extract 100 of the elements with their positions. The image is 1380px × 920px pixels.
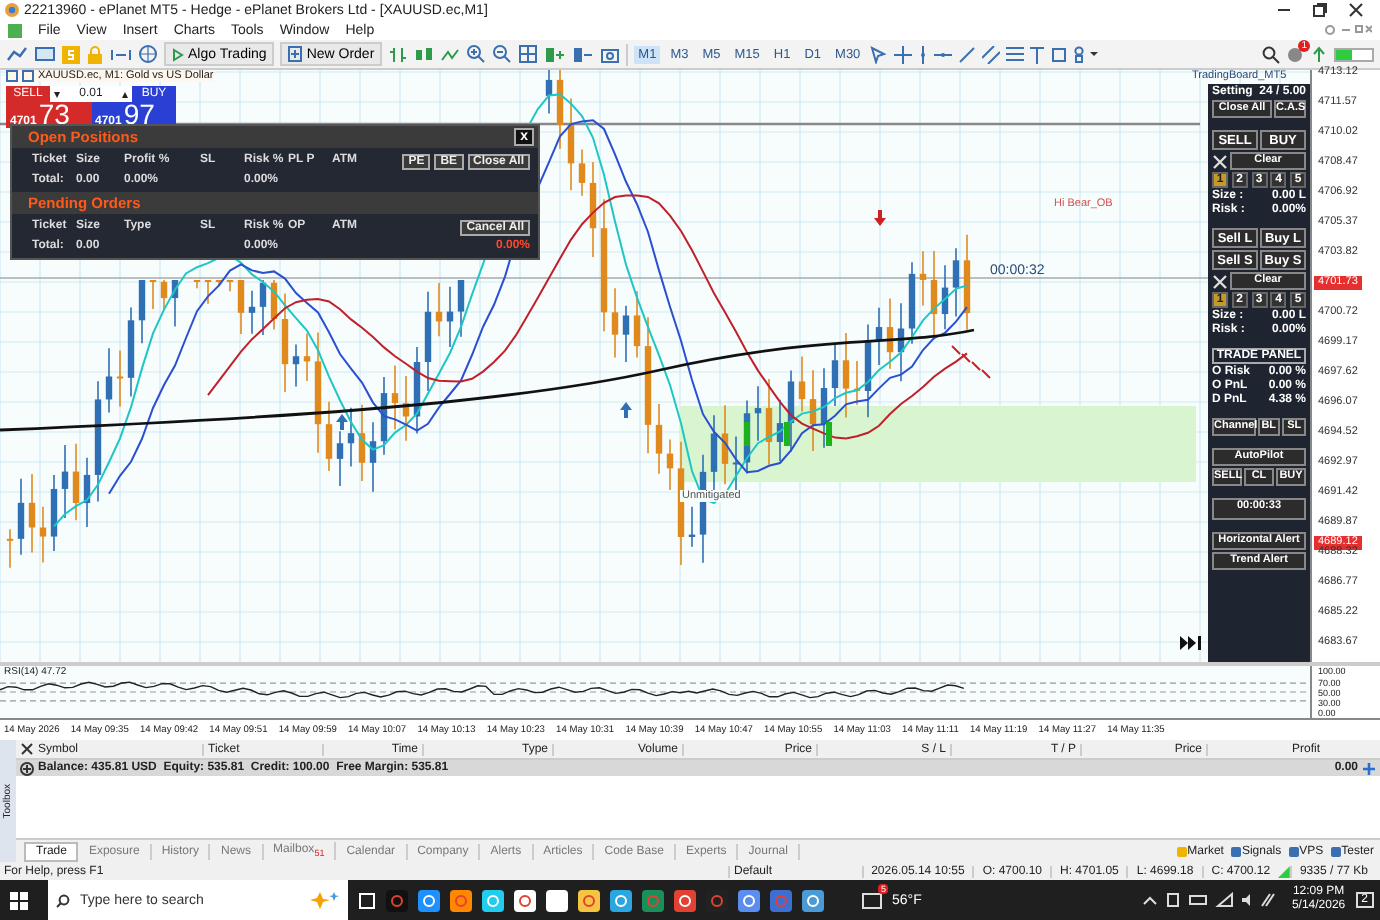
sparkle-icon[interactable]	[308, 890, 340, 910]
candle	[347, 407, 355, 469]
search-icon[interactable]	[56, 893, 70, 907]
monitor-icon[interactable]	[34, 45, 56, 64]
vertical-line-icon[interactable]	[918, 45, 929, 64]
candle	[127, 307, 135, 399]
candle	[94, 381, 102, 504]
candle	[864, 324, 872, 419]
line-chart-icon[interactable]	[6, 45, 28, 64]
candle	[754, 386, 762, 443]
candle	[776, 400, 784, 464]
candle	[875, 308, 883, 367]
candle	[226, 280, 234, 294]
candle	[138, 280, 146, 346]
task-view-icon[interactable]	[358, 891, 376, 909]
candle	[809, 370, 817, 453]
candle	[952, 248, 960, 319]
candle	[336, 431, 344, 488]
rectangle-icon[interactable]	[1050, 45, 1069, 64]
grid-icon[interactable]	[518, 44, 539, 65]
candle	[798, 356, 806, 414]
candle	[622, 305, 630, 364]
candle	[633, 291, 641, 360]
app-icon[interactable]	[546, 889, 568, 911]
signal-bar	[744, 422, 750, 447]
fibonacci-icon[interactable]	[1006, 45, 1025, 64]
candle	[72, 443, 80, 523]
app-icon[interactable]	[450, 889, 472, 911]
app-icon[interactable]	[514, 889, 536, 911]
candle	[457, 280, 465, 339]
candle	[765, 379, 773, 467]
close-icon[interactable]	[20, 742, 34, 757]
candle	[17, 478, 25, 557]
link-icon	[1287, 845, 1300, 858]
candle	[292, 344, 300, 389]
candle	[402, 376, 410, 443]
candle	[237, 280, 245, 336]
link-icon	[1329, 845, 1342, 858]
close-icon[interactable]	[1348, 2, 1364, 19]
play-icon	[172, 47, 184, 62]
globe-icon[interactable]	[138, 44, 158, 65]
up-arrow-icon	[336, 414, 348, 431]
candle	[281, 293, 289, 394]
scale-icon[interactable]	[110, 45, 132, 64]
candle	[897, 303, 905, 383]
candle	[644, 317, 652, 456]
expand-icon[interactable]	[20, 761, 34, 776]
candle	[578, 149, 586, 198]
restore-icon[interactable]	[1312, 2, 1328, 19]
zoom-in-icon[interactable]	[466, 44, 487, 65]
connection-bar-icon	[1334, 47, 1374, 62]
app-icon[interactable]	[482, 889, 504, 911]
trendline-icon[interactable]	[958, 45, 977, 64]
signal-strength-icon	[1278, 865, 1290, 878]
candle	[688, 506, 696, 549]
candle	[886, 298, 894, 371]
channel-icon[interactable]	[982, 45, 1001, 64]
candles-icon[interactable]	[414, 45, 435, 64]
candle	[61, 445, 69, 520]
scroll-end-icon[interactable]	[1180, 636, 1202, 651]
candle	[655, 404, 663, 476]
shapes-icon[interactable]	[1074, 45, 1099, 64]
app-icon[interactable]	[418, 889, 440, 911]
app-icon[interactable]	[674, 889, 696, 911]
candle	[919, 251, 927, 308]
signal-bar	[784, 422, 790, 447]
bar-chart-icon[interactable]	[388, 45, 409, 64]
candle	[358, 404, 366, 483]
scroll-icon[interactable]	[544, 45, 567, 64]
candle	[721, 405, 729, 487]
candle	[116, 350, 124, 409]
plus-icon[interactable]	[1362, 761, 1376, 776]
cursor-icon[interactable]	[870, 45, 889, 64]
candle	[314, 332, 322, 455]
candle	[325, 401, 333, 473]
windows-start-icon[interactable]	[10, 891, 28, 909]
zoom-out-icon[interactable]	[492, 44, 513, 65]
candle	[391, 365, 399, 432]
candle	[105, 348, 113, 415]
notification-icon[interactable]	[1286, 45, 1304, 64]
app-icon[interactable]	[610, 889, 632, 911]
candle	[424, 291, 432, 393]
crosshair-icon[interactable]	[894, 45, 913, 64]
candle	[28, 474, 36, 555]
zigzag-icon[interactable]	[440, 45, 461, 64]
horizontal-line-icon[interactable]	[934, 49, 953, 60]
signal-icon[interactable]	[1310, 45, 1328, 64]
chart-icon	[8, 23, 22, 38]
weather-icon[interactable]	[862, 891, 882, 909]
search-icon[interactable]	[1262, 45, 1280, 64]
candle	[193, 280, 201, 291]
down-arrow-icon	[874, 210, 886, 227]
app-icon[interactable]	[738, 889, 760, 911]
text-icon[interactable]	[1030, 45, 1045, 64]
candle	[270, 280, 278, 332]
shift-icon[interactable]	[572, 45, 595, 64]
screenshot-icon[interactable]	[600, 45, 621, 64]
app-icon[interactable]	[578, 889, 600, 911]
candle	[303, 333, 311, 383]
app-icon[interactable]	[802, 889, 824, 911]
